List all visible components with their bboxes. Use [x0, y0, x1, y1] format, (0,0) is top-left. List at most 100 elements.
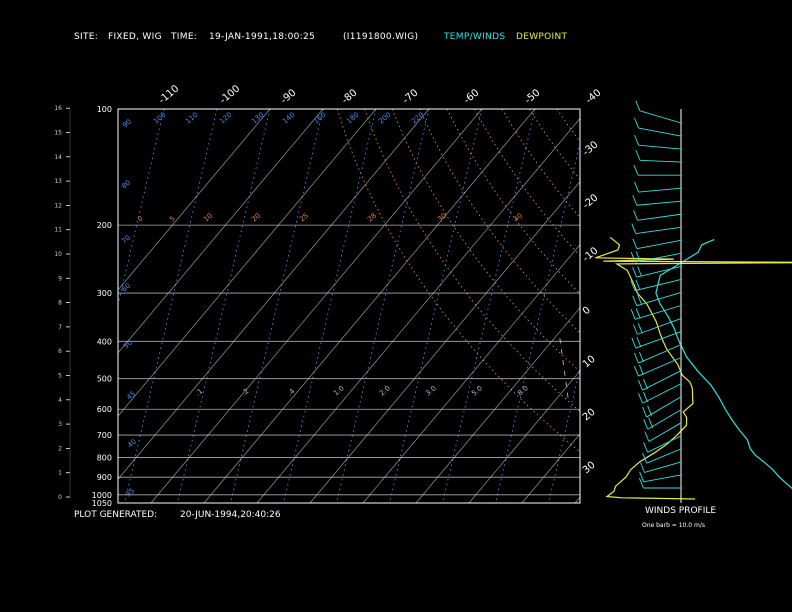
- moist-adiabat: [771, 333, 780, 398]
- isotherm-line: [118, 109, 324, 354]
- wind-barb: [634, 278, 682, 292]
- mixing-ratio-label: 45: [125, 390, 137, 402]
- isotherm-line: [628, 109, 792, 503]
- wind-barb: [635, 226, 682, 235]
- height-label: 14: [54, 154, 62, 161]
- height-label: 6: [58, 348, 62, 355]
- dry-adiabat-label: 30: [436, 212, 448, 224]
- moist-adiabat: [718, 333, 727, 398]
- mixing-ratio-label: 160: [312, 111, 327, 126]
- wind-barb: [635, 305, 682, 320]
- isotherm-line: [118, 109, 377, 417]
- wind-barb-flag: [634, 117, 639, 129]
- moist-label: .4: [286, 387, 297, 398]
- mixing-ratio-label: 110: [184, 111, 199, 126]
- isotherm-line: [309, 181, 580, 503]
- isotherm-label: 30: [581, 460, 598, 477]
- wind-barb: [647, 435, 682, 453]
- isotherm-label: -100: [218, 83, 242, 106]
- wind-barb: [642, 370, 682, 391]
- pressure-label: 700: [97, 431, 112, 440]
- isotherm-label: -90: [279, 87, 299, 106]
- wind-barb: [637, 213, 682, 221]
- mixing-ratio-label: 100: [152, 111, 167, 126]
- isotherm-line: [150, 109, 483, 503]
- height-label: 9: [58, 275, 62, 282]
- wind-barb: [635, 252, 682, 263]
- dry-adiabat-label: 28: [366, 212, 378, 224]
- isotherm-line: [256, 117, 580, 503]
- wind-barb: [643, 474, 682, 483]
- height-label: 15: [54, 130, 62, 137]
- height-label: 1: [58, 470, 62, 477]
- wind-barb-flag: [637, 266, 642, 277]
- isotherm-line: [734, 109, 792, 503]
- pressure-label: 900: [97, 473, 112, 482]
- isotherm-line: [415, 307, 580, 503]
- mixing-ratio-label: 35: [124, 487, 136, 499]
- mixing-ratio-label: 80: [120, 179, 132, 191]
- wind-barb-flag: [638, 380, 643, 391]
- dry-adiabat: [612, 109, 792, 503]
- isotherm-label: -60: [462, 87, 482, 106]
- dry-adiabat: [721, 109, 792, 503]
- generated-value: 20-JUN-1994,20:40:26: [180, 510, 281, 520]
- moist-label: .1: [194, 387, 204, 397]
- pressure-label: 500: [97, 375, 112, 384]
- wind-barb-flag: [636, 336, 642, 348]
- wind-barb: [646, 396, 682, 418]
- dry-adiabat: [749, 109, 792, 503]
- wind-barb: [638, 127, 682, 137]
- pressure-label: 1050: [92, 499, 112, 508]
- wind-barb-flag: [634, 181, 639, 193]
- moist-label: 2.0: [378, 384, 392, 397]
- mixing-ratio-label: 120: [218, 111, 233, 126]
- moist-adiabat: [558, 332, 569, 398]
- dewpoint-trace: [595, 236, 792, 500]
- isotherm-label: -40: [584, 87, 604, 106]
- height-label: 7: [58, 324, 62, 331]
- wind-barb: [647, 409, 682, 430]
- wind-barb-flag: [633, 352, 639, 364]
- wind-barb-flag: [647, 405, 653, 416]
- pressure-label: 100: [97, 105, 112, 114]
- isotherm-line: [787, 109, 792, 503]
- wind-barb-flag: [648, 417, 654, 429]
- wind-barb-flag: [638, 351, 644, 363]
- wind-barb-flag: [632, 266, 637, 278]
- dry-adiabat-label: 5: [168, 215, 177, 224]
- wind-barb-flag: [638, 393, 643, 404]
- pressure-label: 800: [97, 453, 112, 462]
- mixing-ratio-line: [0, 109, 58, 503]
- height-label: 11: [54, 227, 62, 234]
- wind-barb-flag: [640, 462, 645, 473]
- wind-barb-flag: [635, 100, 641, 111]
- wind-barb-flag: [631, 337, 637, 349]
- isotherm-label: 0: [581, 305, 593, 318]
- mixing-ratio-label: 130: [250, 111, 265, 126]
- wind-barb-flag: [642, 406, 648, 418]
- dry-adiabat: [391, 109, 580, 373]
- mixing-ratio-label: 180: [345, 111, 360, 126]
- mixing-ratio-line: [442, 109, 536, 503]
- isotherm-line: [681, 109, 792, 503]
- dry-adiabat: [556, 109, 580, 143]
- mixing-ratio-line: [761, 109, 792, 503]
- winds-profile-title: WINDS PROFILE: [645, 506, 717, 516]
- wind-barb: [639, 159, 682, 163]
- wind-barb: [635, 331, 682, 349]
- wind-barb-flag: [644, 431, 650, 442]
- moist-adiabat: [612, 333, 621, 398]
- mixing-ratio-line: [0, 109, 5, 503]
- height-label: 10: [54, 251, 62, 258]
- pressure-label: 300: [97, 289, 112, 298]
- dry-adiabat-label: 20: [250, 212, 262, 224]
- isotherm-label: -110: [157, 83, 181, 106]
- mixing-ratio-label: 90: [121, 118, 133, 130]
- mixing-ratio-line: [389, 109, 483, 503]
- mixing-ratio-label: 70: [120, 234, 132, 246]
- mixing-ratio-label: 40: [126, 438, 138, 450]
- mixing-ratio-line: [655, 109, 747, 503]
- temperature-trace: [655, 239, 792, 490]
- mixing-ratio-line: [283, 109, 377, 503]
